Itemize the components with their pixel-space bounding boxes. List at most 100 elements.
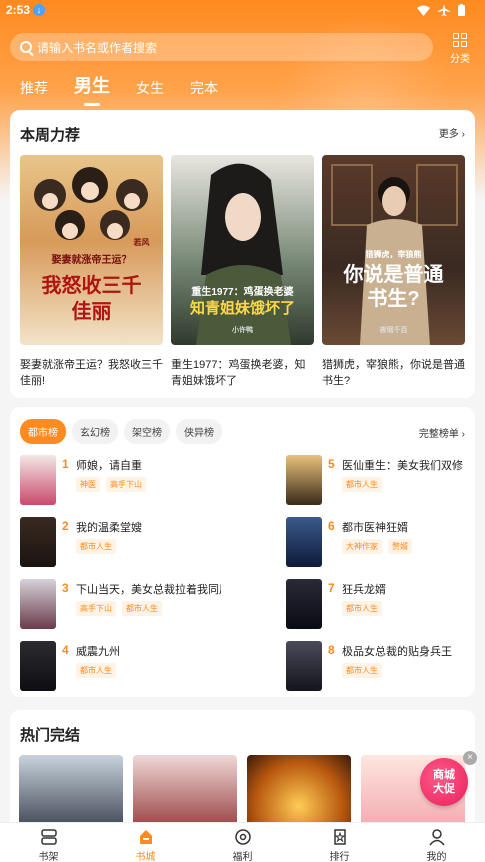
book-title: 猎狮虎，宰狼熊，你说是普通书生? [322, 359, 465, 387]
list-item[interactable]: 1 师娘，请自重 神医 高手下山 [20, 455, 235, 505]
cover-subtitle: 娶妻就涨帝王运？ [51, 255, 132, 266]
weekly-recommend-section: 本周力荐 更多 › 娶妻就涨帝王运？ 我怒收三千佳丽 若风 娶妻就涨帝王运？我怒… [10, 110, 475, 398]
list-item[interactable]: 2 我的温柔堂嫂 都市人生 [20, 517, 235, 567]
list-item[interactable]: 7 狂兵龙婿 都市人生 [286, 579, 485, 629]
book-cover: 猎狮虎，宰狼熊 你说是普通书生? 夜瑶千百 [322, 155, 465, 345]
section-title: 热门完结 [20, 727, 81, 744]
cover-subtitle: 重生1977：鸡蛋换老婆 [191, 287, 294, 298]
rank-number: 5 [328, 457, 335, 471]
rank-number: 7 [328, 581, 335, 595]
cover-author: 夜瑶千百 [379, 327, 408, 334]
book-cover [286, 455, 322, 505]
battery-icon [458, 4, 465, 16]
airplane-icon [438, 4, 450, 16]
tag: 都市人生 [76, 539, 116, 554]
tag: 高手下山 [106, 477, 146, 492]
tab-female[interactable]: 女生 [136, 78, 164, 98]
tag: 都市人生 [342, 477, 382, 492]
search-placeholder: 请输入书名或作者搜索 [37, 40, 158, 55]
book-card[interactable]: 娶妻就涨帝王运？ 我怒收三千佳丽 若风 娶妻就涨帝王运？我怒收三千佳丽! [20, 155, 163, 389]
category-button[interactable]: 分类 [446, 33, 474, 65]
profile-icon [428, 828, 446, 846]
book-title: 娶妻就涨帝王运？我怒收三千佳丽! [20, 359, 163, 387]
list-item[interactable]: 4 威震九州 都市人生 [20, 641, 235, 691]
book-title: 极品女总裁的贴身兵王 [342, 646, 452, 658]
book-cover [286, 517, 322, 567]
ranking-icon [331, 828, 349, 846]
book-cover: 重生1977：鸡蛋换老婆 知青姐妹饿坏了 小许鸭 [171, 155, 314, 345]
book-cover [20, 455, 56, 505]
search-icon [20, 41, 32, 53]
hot-completed-section: 热门完结 [10, 710, 475, 840]
tab-recommend[interactable]: 推荐 [20, 78, 48, 98]
ranking-chips: 都市榜 玄幻榜 架空榜 侠异榜 [20, 419, 222, 444]
book-title: 重生1977：鸡蛋换老婆，知青姐妹饿坏了 [171, 359, 306, 387]
tag: 都市人生 [76, 663, 116, 678]
bookstore-icon [137, 828, 155, 846]
tag: 赘婿 [388, 539, 412, 554]
download-icon: ↓ [33, 4, 45, 16]
wifi-icon [417, 5, 430, 16]
book-title: 下山当天，美女总裁拉着我同居 [76, 584, 221, 596]
cover-author: 小许鸭 [232, 327, 253, 334]
book-cover [286, 579, 322, 629]
chip-urban[interactable]: 都市榜 [20, 419, 66, 444]
welfare-icon [234, 828, 252, 846]
cover-title: 你说是普通书生? [343, 264, 444, 310]
tag: 神医 [76, 477, 100, 492]
search-input[interactable]: 请输入书名或作者搜索 [10, 33, 433, 61]
more-link[interactable]: 更多 › [439, 125, 465, 140]
nav-bookshelf[interactable]: 书架 [0, 823, 97, 862]
cover-subtitle: 猎狮虎，宰狼熊 [365, 250, 422, 259]
rank-number: 4 [62, 643, 69, 657]
book-title: 狂兵龙婿 [342, 584, 386, 596]
book-title: 师娘，请自重 [76, 460, 142, 472]
book-cover [286, 641, 322, 691]
book-cover [20, 641, 56, 691]
rank-number: 2 [62, 519, 69, 533]
tag: 大神作家 [342, 539, 382, 554]
channel-tabs: 推荐 男生 女生 完本 [20, 72, 244, 106]
full-ranking-link[interactable]: 完整榜单 › [419, 425, 465, 440]
tag: 高手下山 [76, 601, 116, 616]
chip-fantasy[interactable]: 玄幻榜 [72, 419, 118, 444]
tab-completed[interactable]: 完本 [190, 78, 218, 98]
category-label: 分类 [450, 54, 470, 65]
tag: 都市人生 [122, 601, 162, 616]
book-card[interactable]: 重生1977：鸡蛋换老婆 知青姐妹饿坏了 小许鸭 重生1977：鸡蛋换老婆，知青… [171, 155, 314, 389]
nav-profile[interactable]: 我的 [388, 823, 485, 862]
list-item[interactable]: 3 下山当天，美女总裁拉着我同居 高手下山 都市人生 [20, 579, 235, 629]
status-time: 2:53 [6, 3, 31, 17]
nav-bookstore[interactable]: 书城 [97, 823, 194, 862]
book-title: 我的温柔堂嫂 [76, 522, 142, 534]
book-cover: 娶妻就涨帝王运？ 我怒收三千佳丽 若风 [20, 155, 163, 345]
promo-badge[interactable]: 商城 大促 [420, 758, 468, 806]
rank-number: 8 [328, 643, 335, 657]
tag: 都市人生 [342, 601, 382, 616]
cover-author: 若风 [133, 238, 150, 247]
close-icon[interactable]: × [463, 751, 477, 765]
book-cover [20, 579, 56, 629]
list-item[interactable]: 8 极品女总裁的贴身兵王 都市人生 [286, 641, 485, 691]
rank-number: 6 [328, 519, 335, 533]
category-grid-icon [453, 33, 467, 47]
bottom-nav: 书架 书城 福利 排行 我的 [0, 822, 485, 862]
book-title: 威震九州 [76, 646, 120, 658]
book-title: 医仙重生：美女我们双修 [342, 460, 463, 472]
section-title: 本周力荐 [20, 127, 81, 144]
status-bar: 2:53 ↓ [0, 0, 485, 22]
book-cover [20, 517, 56, 567]
nav-welfare[interactable]: 福利 [194, 823, 291, 862]
chip-alternate[interactable]: 架空榜 [124, 419, 170, 444]
nav-ranking[interactable]: 排行 [291, 823, 388, 862]
tab-male[interactable]: 男生 [74, 72, 110, 106]
list-item[interactable]: 5 医仙重生：美女我们双修 都市人生 [286, 455, 485, 505]
chip-wuxia[interactable]: 侠异榜 [176, 419, 222, 444]
book-card[interactable]: 猎狮虎，宰狼熊 你说是普通书生? 夜瑶千百 猎狮虎，宰狼熊，你说是普通书生? [322, 155, 465, 389]
bookshelf-icon [40, 828, 58, 846]
ranking-section: 都市榜 玄幻榜 架空榜 侠异榜 完整榜单 › 1 师娘，请自重 神医 高手下山 2… [10, 407, 475, 697]
rank-number: 3 [62, 581, 69, 595]
list-item[interactable]: 6 都市医神狂婿 大神作家 赘婿 [286, 517, 485, 567]
rank-number: 1 [62, 457, 69, 471]
cover-title: 知青姐妹饿坏了 [189, 300, 295, 317]
